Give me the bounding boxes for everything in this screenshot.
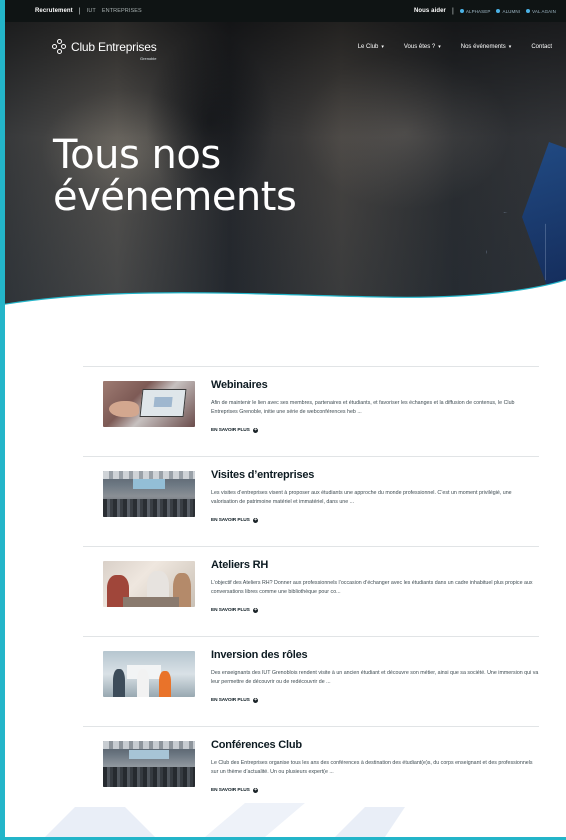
partner-link-label: VAL AGAIN (532, 8, 556, 14)
page-title-line-2: événements (53, 174, 297, 220)
bottom-decoration (45, 803, 405, 837)
event-description: Les visites d’entreprises visent à propo… (211, 490, 512, 505)
photo-detail (139, 389, 187, 417)
photo-detail (159, 671, 171, 697)
plus-circle-icon: + (252, 426, 259, 434)
topbar-left: Recrutement | IUT ENTREPRISES (35, 8, 142, 15)
read-more-link[interactable]: EN SAVOIR PLUS + (211, 786, 259, 794)
partner-link-alphasep[interactable]: ALPHASEP (459, 8, 491, 14)
partner-link-alumni[interactable]: ALUMNI (496, 9, 520, 14)
logo-subtitle: Grenoble (140, 56, 157, 61)
separator: | (451, 7, 454, 15)
logo-mark-icon (52, 39, 68, 55)
top-utility-bar: Recrutement | IUT ENTREPRISES Nous aider… (5, 0, 566, 22)
read-more-link[interactable]: EN SAVOIR PLUS + (211, 516, 259, 524)
nav-item-label: Nos événements (460, 44, 506, 50)
event-content: Ateliers RH L’objectif des Ateliers RH? … (211, 559, 539, 616)
photo-detail (123, 597, 179, 607)
read-more-link[interactable]: EN SAVOIR PLUS + (211, 606, 259, 614)
nous-aider-link[interactable]: Nous aider (414, 8, 446, 14)
photo-detail (133, 479, 165, 489)
logo-text: Club Entreprises (71, 40, 157, 54)
photo-detail (103, 471, 195, 479)
hero-banner: Club Entreprises Grenoble Le Club ▾ Vous … (5, 22, 566, 310)
nav-item-contact[interactable]: Contact (531, 44, 552, 50)
photo-detail (103, 499, 195, 517)
photo-detail (137, 669, 149, 697)
read-more-label: EN SAVOIR PLUS (211, 428, 250, 433)
partner-link-label: ALUMNI (502, 8, 521, 14)
event-thumbnail[interactable] (103, 741, 195, 787)
plus-circle-icon: + (252, 606, 259, 614)
event-description: Le Club des Entreprises organise tous le… (211, 760, 533, 775)
nav-item-label: Vous êtes ? (403, 44, 436, 50)
bullet-icon (459, 9, 464, 14)
site-logo[interactable]: Club Entreprises Grenoble (52, 39, 157, 61)
chevron-down-icon: ▾ (508, 44, 512, 50)
read-more-link[interactable]: EN SAVOIR PLUS + (211, 696, 259, 704)
event-description: Des enseignants des IUT Grenoblois rende… (211, 670, 539, 685)
photo-detail (129, 750, 169, 759)
event-item: Inversion des rôles Des enseignants des … (83, 636, 539, 726)
chevron-down-icon: ▾ (381, 44, 384, 50)
event-title[interactable]: Inversion des rôles (211, 649, 539, 661)
read-more-label: EN SAVOIR PLUS (211, 608, 250, 613)
hero-wave-divider (5, 279, 566, 310)
nav-item-vous-etes[interactable]: Vous êtes ? ▾ (404, 44, 441, 50)
event-title[interactable]: Webinaires (211, 379, 539, 391)
chevron-down-icon: ▾ (438, 44, 441, 50)
recrutement-link[interactable]: Recrutement (35, 8, 73, 14)
read-more-label: EN SAVOIR PLUS (211, 518, 250, 523)
nav-item-nos-evenements[interactable]: Nos événements ▾ (461, 44, 512, 50)
event-content: Inversion des rôles Des enseignants des … (211, 649, 539, 706)
main-navigation: Club Entreprises Grenoble Le Club ▾ Vous … (5, 32, 566, 62)
events-list: Webinaires Afin de maintenir le lien ave… (83, 366, 539, 816)
iut-link[interactable]: IUT (87, 8, 96, 14)
read-more-link[interactable]: EN SAVOIR PLUS + (211, 426, 259, 434)
bullet-icon (526, 9, 531, 14)
event-thumbnail[interactable] (103, 471, 195, 517)
nav-item-label: Contact (531, 44, 552, 50)
event-thumbnail[interactable] (103, 561, 195, 607)
event-description: L’objectif des Ateliers RH? Donner aux p… (211, 580, 533, 595)
photo-detail (103, 767, 195, 787)
nav-item-le-club[interactable]: Le Club ▾ (358, 44, 384, 50)
partner-link-valagain[interactable]: VAL AGAIN (526, 9, 556, 14)
event-item: Webinaires Afin de maintenir le lien ave… (83, 366, 539, 456)
separator: | (78, 7, 81, 15)
event-title[interactable]: Conférences Club (211, 739, 539, 751)
nav-item-label: Le Club (357, 44, 379, 50)
event-content: Webinaires Afin de maintenir le lien ave… (211, 379, 539, 436)
topbar-right: Nous aider | ALPHASEP ALUMNI VAL AGAIN (414, 8, 556, 15)
bullet-icon (496, 9, 501, 14)
event-content: Visites d’entreprises Les visites d’entr… (211, 469, 539, 526)
page-title-line-1: Tous nos (53, 132, 221, 178)
event-thumbnail[interactable] (103, 381, 195, 427)
page-title: Tous nos événements (53, 132, 297, 220)
plus-circle-icon: + (252, 516, 259, 524)
photo-detail (109, 401, 139, 417)
event-title[interactable]: Visites d’entreprises (211, 469, 539, 481)
event-title[interactable]: Ateliers RH (211, 559, 539, 571)
page-frame: Recrutement | IUT ENTREPRISES Nous aider… (0, 0, 566, 840)
read-more-label: EN SAVOIR PLUS (211, 788, 250, 793)
partner-link-label: ALPHASEP (465, 8, 491, 14)
event-thumbnail[interactable] (103, 651, 195, 697)
read-more-label: EN SAVOIR PLUS (211, 698, 250, 703)
event-content: Conférences Club Le Club des Entreprises… (211, 739, 539, 796)
event-item: Ateliers RH L’objectif des Ateliers RH? … (83, 546, 539, 636)
photo-detail (113, 669, 125, 697)
event-description: Afin de maintenir le lien avec ses membr… (211, 400, 515, 415)
plus-circle-icon: + (252, 696, 259, 704)
event-item: Visites d’entreprises Les visites d’entr… (83, 456, 539, 546)
photo-detail (103, 741, 195, 749)
entreprises-link[interactable]: ENTREPRISES (102, 8, 142, 14)
nav-menu: Le Club ▾ Vous êtes ? ▾ Nos événements ▾ Co… (358, 44, 552, 50)
plus-circle-icon: + (252, 786, 259, 794)
